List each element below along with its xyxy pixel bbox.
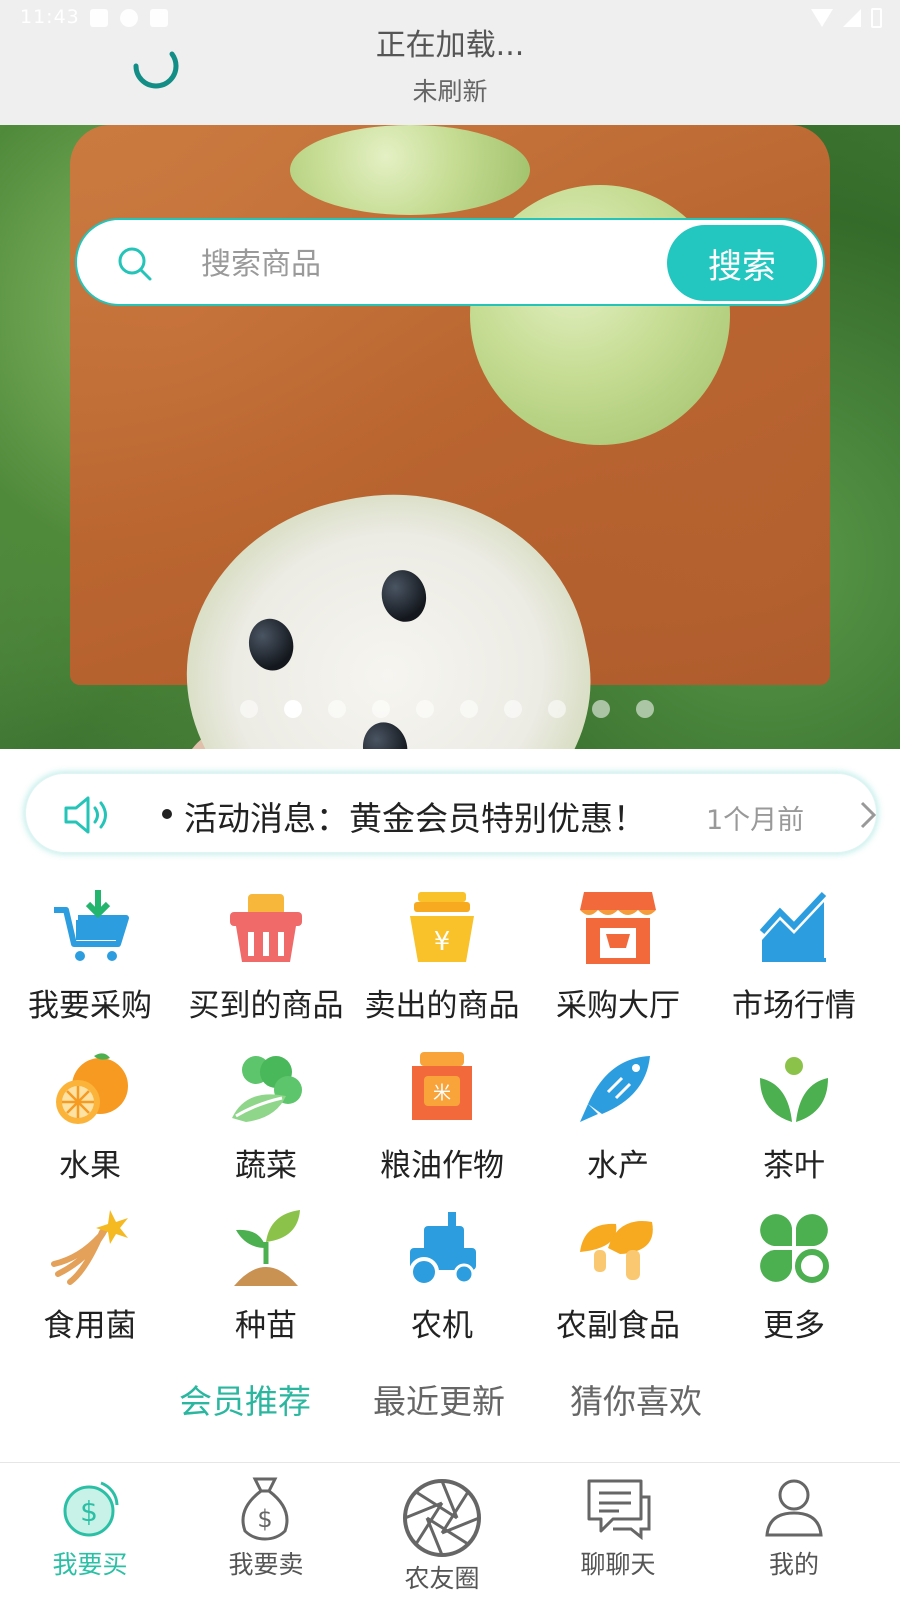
svg-text:¥: ¥ <box>434 927 451 957</box>
nav-profile[interactable]: 我的 <box>704 1463 884 1600</box>
bottom-navigation: $ 我要买 $ 我要卖 农友圈 聊聊天 我的 <box>0 1462 900 1600</box>
nav-label: 我的 <box>768 1550 819 1579</box>
category-item[interactable]: 我要采购 <box>0 880 180 1040</box>
tab-guess-you-like[interactable]: 猜你喜欢 <box>570 1375 702 1423</box>
refresh-title: 正在加载... <box>375 28 525 63</box>
money-bag-icon: $ <box>241 1477 289 1541</box>
category-item[interactable]: 采购大厅 <box>528 880 708 1040</box>
tea-leaf-icon <box>760 1057 828 1122</box>
orange-icon <box>56 1053 128 1124</box>
category-label: 农机 <box>411 1308 473 1344</box>
cabbage-icon <box>232 1056 302 1122</box>
user-icon <box>765 1479 823 1537</box>
category-label: 农副食品 <box>556 1308 680 1344</box>
search-button[interactable]: 搜索 <box>667 225 817 301</box>
category-label: 我要采购 <box>28 988 152 1024</box>
trend-chart-icon <box>759 891 827 962</box>
fish-icon <box>580 1056 650 1122</box>
tab-recent-updates[interactable]: 最近更新 <box>373 1375 505 1423</box>
nav-community[interactable]: 农友圈 <box>352 1463 532 1600</box>
notice-bar[interactable]: 活动消息：黄金会员特别优惠！ 1个月前 <box>25 773 877 853</box>
category-label: 蔬菜 <box>235 1148 297 1184</box>
notice-time: 1个月前 <box>706 805 805 836</box>
category-item[interactable]: 种苗 <box>176 1200 356 1360</box>
carousel-dot[interactable] <box>372 700 390 718</box>
search-input[interactable] <box>201 242 651 286</box>
carousel-indicator <box>240 700 654 718</box>
nav-label: 我要买 <box>52 1550 128 1579</box>
category-label: 买到的商品 <box>188 988 344 1024</box>
tractor-icon <box>409 1212 476 1287</box>
svg-text:米: 米 <box>433 1083 451 1104</box>
recommend-tabs: 会员推荐 最近更新 猜你喜欢 <box>0 1375 900 1425</box>
clover-icon <box>760 1214 829 1283</box>
mushroom-icon <box>580 1221 653 1280</box>
speaker-icon <box>64 796 107 834</box>
chat-icon <box>587 1479 651 1541</box>
nav-label: 农友圈 <box>404 1564 480 1593</box>
category-item[interactable]: 食用菌 <box>0 1200 180 1360</box>
category-item[interactable]: 米 粮油作物 <box>352 1040 532 1200</box>
category-label: 市场行情 <box>732 988 856 1024</box>
carousel-dot[interactable] <box>548 700 566 718</box>
store-icon <box>580 892 656 964</box>
dollar-coin-icon: $ <box>63 1481 119 1537</box>
svg-text:$: $ <box>257 1505 272 1533</box>
seedling-icon <box>234 1210 300 1286</box>
category-item[interactable]: 买到的商品 <box>176 880 356 1040</box>
carousel-dot[interactable] <box>284 700 302 718</box>
nav-buy[interactable]: $ 我要买 <box>0 1463 180 1600</box>
banner-seed <box>376 565 431 626</box>
banner-fruit <box>290 125 530 215</box>
pull-refresh-header: 11:43 正在加载... 未刷新 <box>0 0 900 125</box>
category-label: 粮油作物 <box>380 1148 504 1184</box>
carousel-dot[interactable] <box>416 700 434 718</box>
category-label: 更多 <box>763 1308 825 1344</box>
category-item[interactable]: ¥ 卖出的商品 <box>352 880 532 1040</box>
category-item[interactable]: 水果 <box>0 1040 180 1200</box>
category-label: 采购大厅 <box>556 988 680 1024</box>
carousel-dot[interactable] <box>504 700 522 718</box>
category-label: 茶叶 <box>763 1148 825 1184</box>
chevron-right-icon <box>860 801 877 829</box>
banner-carousel[interactable]: 搜索 <box>0 125 900 749</box>
category-label: 种苗 <box>235 1308 297 1344</box>
tab-member-recommend[interactable]: 会员推荐 <box>179 1375 311 1423</box>
banner-seed <box>358 718 413 749</box>
category-item[interactable]: 茶叶 <box>704 1040 884 1200</box>
carousel-dot[interactable] <box>636 700 654 718</box>
carousel-dot[interactable] <box>328 700 346 718</box>
notice-bullet <box>162 809 172 819</box>
search-bar: 搜索 <box>75 218 825 306</box>
svg-text:$: $ <box>80 1495 98 1528</box>
aperture-icon <box>403 1479 481 1557</box>
carousel-dot[interactable] <box>592 700 610 718</box>
category-label: 水果 <box>59 1148 121 1184</box>
category-item[interactable]: 市场行情 <box>704 880 884 1040</box>
category-item[interactable]: 更多 <box>704 1200 884 1360</box>
category-label: 食用菌 <box>43 1308 137 1344</box>
nav-chat[interactable]: 聊聊天 <box>528 1463 708 1600</box>
category-label: 卖出的商品 <box>364 988 520 1024</box>
ginseng-icon <box>51 1210 128 1285</box>
money-pot-icon: ¥ <box>410 892 474 962</box>
rice-bag-icon: 米 <box>412 1052 472 1120</box>
category-item[interactable]: 农副食品 <box>528 1200 708 1360</box>
nav-label: 我要卖 <box>228 1550 304 1579</box>
notice-text: 活动消息：黄金会员特别优惠！ <box>184 799 646 838</box>
category-item[interactable]: 蔬菜 <box>176 1040 356 1200</box>
banner-seed <box>244 614 299 675</box>
category-item[interactable]: 水产 <box>528 1040 708 1200</box>
basket-icon <box>230 894 302 962</box>
category-item[interactable]: 农机 <box>352 1200 532 1360</box>
carousel-dot[interactable] <box>240 700 258 718</box>
cart-download-icon <box>54 890 129 961</box>
search-icon <box>118 247 152 281</box>
nav-label: 聊聊天 <box>580 1550 656 1579</box>
category-label: 水产 <box>587 1148 649 1184</box>
refresh-subtitle: 未刷新 <box>412 77 488 106</box>
nav-sell[interactable]: $ 我要卖 <box>176 1463 356 1600</box>
carousel-dot[interactable] <box>460 700 478 718</box>
